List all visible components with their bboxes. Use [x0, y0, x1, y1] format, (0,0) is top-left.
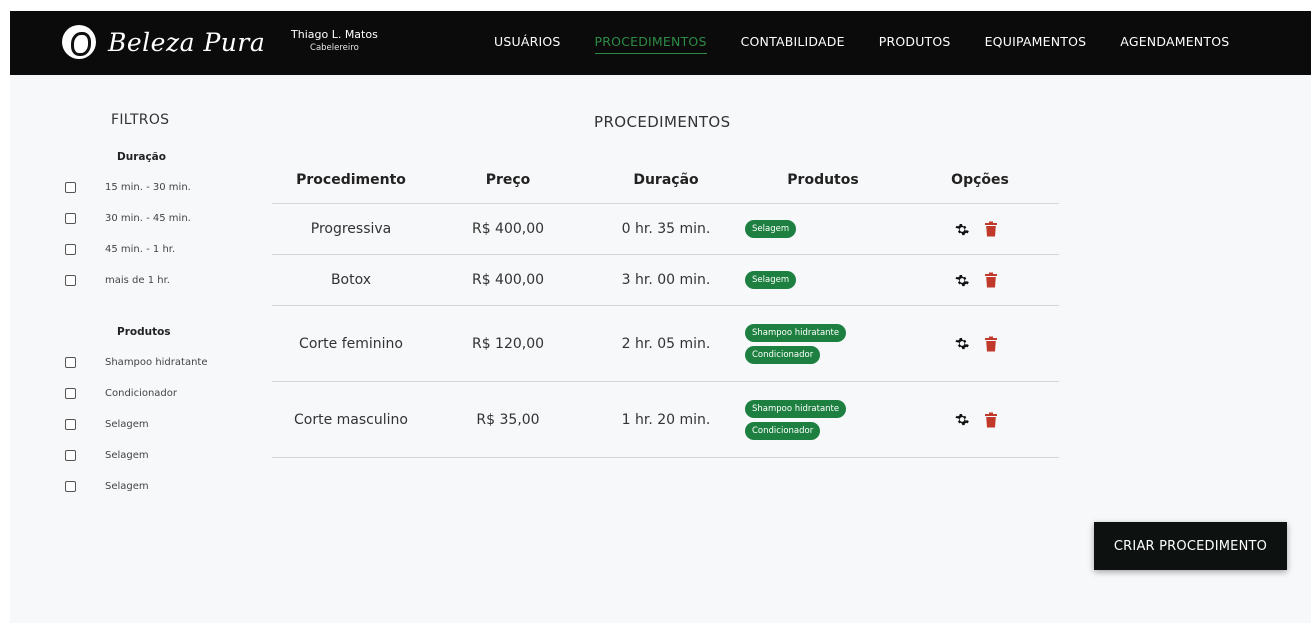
filter-duration-option[interactable]: 15 min. - 30 min.: [65, 182, 191, 193]
gear-icon[interactable]: [955, 273, 969, 287]
page-title: PROCEDIMENTOS: [594, 113, 731, 131]
column-header-duracao: Duração: [633, 172, 699, 188]
checkbox[interactable]: [65, 357, 76, 368]
procedure-price: R$ 400,00: [471, 221, 545, 237]
nav-item-produtos[interactable]: PRODUTOS: [879, 34, 951, 54]
product-badge: Shampoo hidratante: [745, 399, 847, 418]
brand-logo[interactable]: Beleza Pura: [62, 25, 265, 59]
filter-group-duration-title: Duração: [117, 151, 166, 163]
procedure-duration: 0 hr. 35 min.: [621, 221, 711, 237]
filter-duration-option[interactable]: mais de 1 hr.: [65, 275, 170, 286]
trash-icon[interactable]: [985, 221, 997, 237]
column-header-produtos: Produtos: [787, 172, 859, 188]
checkbox[interactable]: [65, 275, 76, 286]
filter-option-label: 15 min. - 30 min.: [105, 182, 191, 193]
filter-option-label: Condicionador: [105, 388, 178, 399]
checkbox[interactable]: [65, 244, 76, 255]
checkbox[interactable]: [65, 450, 76, 461]
procedure-name: Corte feminino: [299, 335, 403, 352]
procedure-price: R$ 35,00: [476, 411, 540, 428]
logo-emblem-icon: [62, 25, 96, 59]
row-options: [955, 336, 997, 351]
filter-duration-option[interactable]: 30 min. - 45 min.: [65, 213, 191, 224]
nav-item-usuarios[interactable]: USUÁRIOS: [494, 34, 561, 54]
filter-product-option[interactable]: Selagem: [65, 419, 149, 430]
user-role: Cabelereiro: [310, 43, 359, 53]
product-badge: Condicionador: [745, 345, 821, 364]
checkbox[interactable]: [65, 213, 76, 224]
procedure-price: R$ 400,00: [471, 272, 545, 288]
procedure-price: R$ 120,00: [471, 335, 545, 352]
filter-option-label: Selagem: [105, 419, 149, 430]
checkbox[interactable]: [65, 481, 76, 492]
table-row: Progressiva R$ 400,00 0 hr. 35 min. Sela…: [272, 204, 1059, 255]
procedure-name: Progressiva: [310, 221, 392, 237]
product-badge: Selagem: [745, 271, 797, 289]
nav-item-contabilidade[interactable]: CONTABILIDADE: [741, 34, 845, 54]
brand-name: Beleza Pura: [108, 27, 266, 57]
procedure-products: Shampoo hidratante Condicionador: [745, 322, 847, 366]
filter-option-label: Selagem: [105, 450, 149, 461]
procedure-duration: 1 hr. 20 min.: [621, 411, 711, 428]
row-options: [955, 221, 997, 237]
filter-duration-option[interactable]: 45 min. - 1 hr.: [65, 244, 175, 255]
gear-icon[interactable]: [955, 222, 969, 236]
main-menu: USUÁRIOS PROCEDIMENTOS CONTABILIDADE PRO…: [494, 34, 1263, 54]
checkbox[interactable]: [65, 388, 76, 399]
table-row: Corte feminino R$ 120,00 2 hr. 05 min. S…: [272, 306, 1059, 382]
filter-product-option[interactable]: Selagem: [65, 450, 149, 461]
product-badge: Selagem: [745, 220, 797, 238]
checkbox[interactable]: [65, 419, 76, 430]
column-header-preco: Preço: [485, 172, 531, 188]
row-options: [955, 412, 997, 427]
filter-option-label: Selagem: [105, 481, 149, 492]
nav-item-procedimentos[interactable]: PROCEDIMENTOS: [594, 34, 707, 54]
trash-icon[interactable]: [985, 412, 997, 427]
filter-group-products-title: Produtos: [117, 326, 171, 338]
table-row: Corte masculino R$ 35,00 1 hr. 20 min. S…: [272, 382, 1059, 458]
trash-icon[interactable]: [985, 272, 997, 288]
filter-product-option[interactable]: Shampoo hidratante: [65, 357, 207, 368]
procedure-products: Selagem: [745, 218, 797, 240]
app-frame: Beleza Pura Thiago L. Matos Cabelereiro …: [10, 11, 1311, 623]
procedures-table: Procedimento Preço Duração Produtos Opçõ…: [272, 159, 1059, 458]
product-badge: Condicionador: [745, 421, 821, 440]
table-row: Botox R$ 400,00 3 hr. 00 min. Selagem: [272, 255, 1059, 306]
column-header-opcoes: Opções: [951, 172, 1009, 188]
product-badge: Shampoo hidratante: [745, 323, 847, 342]
gear-icon[interactable]: [955, 337, 969, 351]
user-info[interactable]: Thiago L. Matos Cabelereiro: [291, 28, 378, 53]
procedure-products: Selagem: [745, 269, 797, 291]
gear-icon[interactable]: [955, 413, 969, 427]
column-header-procedimento: Procedimento: [296, 172, 406, 188]
filter-option-label: 45 min. - 1 hr.: [105, 244, 176, 255]
procedure-products: Shampoo hidratante Condicionador: [745, 398, 847, 442]
filter-option-label: Shampoo hidratante: [105, 357, 208, 368]
procedure-name: Botox: [330, 272, 372, 288]
table-header: Procedimento Preço Duração Produtos Opçõ…: [272, 159, 1059, 204]
nav-item-agendamentos[interactable]: AGENDAMENTOS: [1120, 34, 1229, 54]
create-procedure-button[interactable]: CRIAR PROCEDIMENTO: [1094, 522, 1287, 570]
filter-option-label: mais de 1 hr.: [105, 275, 170, 286]
top-navbar: Beleza Pura Thiago L. Matos Cabelereiro …: [10, 11, 1311, 75]
user-name: Thiago L. Matos: [291, 28, 378, 41]
procedure-duration: 2 hr. 05 min.: [621, 335, 711, 352]
trash-icon[interactable]: [985, 336, 997, 351]
checkbox[interactable]: [65, 182, 76, 193]
row-options: [955, 272, 997, 288]
procedure-duration: 3 hr. 00 min.: [621, 272, 711, 288]
nav-item-equipamentos[interactable]: EQUIPAMENTOS: [985, 34, 1087, 54]
procedure-name: Corte masculino: [294, 411, 408, 428]
filter-product-option[interactable]: Condicionador: [65, 388, 177, 399]
filter-product-option[interactable]: Selagem: [65, 481, 149, 492]
filter-option-label: 30 min. - 45 min.: [105, 213, 191, 224]
filters-title: FILTROS: [111, 112, 170, 128]
